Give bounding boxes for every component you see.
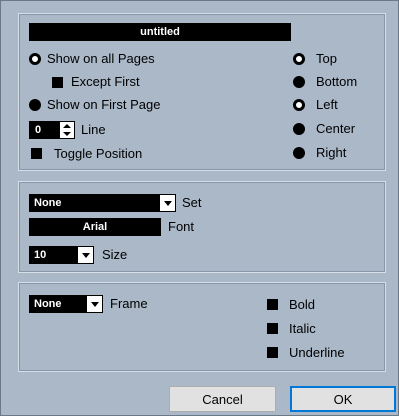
text-settings-dialog: untitled Show on all Pages Except First … bbox=[0, 0, 399, 416]
frame-label: Frame bbox=[110, 296, 148, 311]
spin-up-icon bbox=[63, 124, 71, 128]
chevron-down-icon bbox=[78, 247, 93, 263]
show-all-pages-radio[interactable] bbox=[29, 53, 41, 65]
set-dropdown[interactable]: None bbox=[29, 194, 176, 212]
show-all-pages-label: Show on all Pages bbox=[47, 51, 155, 66]
title-field[interactable]: untitled bbox=[29, 23, 291, 41]
position-right-radio[interactable] bbox=[293, 147, 305, 159]
size-label: Size bbox=[102, 247, 128, 262]
underline-label: Underline bbox=[289, 345, 345, 360]
position-top-label: Top bbox=[316, 51, 337, 66]
position-right-label: Right bbox=[316, 145, 347, 160]
line-spin-buttons[interactable] bbox=[60, 122, 74, 138]
position-bottom-radio[interactable] bbox=[293, 76, 305, 88]
italic-label: Italic bbox=[289, 321, 316, 336]
chevron-down-icon bbox=[87, 296, 102, 312]
line-value: 0 bbox=[35, 124, 42, 136]
bold-label: Bold bbox=[289, 297, 316, 312]
position-top-radio[interactable] bbox=[293, 53, 305, 65]
font-field[interactable]: Arial bbox=[29, 218, 161, 236]
frame-value: None bbox=[34, 298, 62, 310]
line-spinner[interactable]: 0 bbox=[29, 121, 75, 139]
position-center-radio[interactable] bbox=[293, 123, 305, 135]
position-left-label: Left bbox=[316, 97, 338, 112]
set-value: None bbox=[34, 197, 62, 209]
frame-dropdown[interactable]: None bbox=[29, 295, 103, 313]
spin-down-icon bbox=[63, 132, 71, 136]
except-first-label: Except First bbox=[71, 74, 140, 89]
underline-checkbox[interactable] bbox=[267, 347, 278, 358]
italic-checkbox[interactable] bbox=[267, 323, 278, 334]
toggle-position-label: Toggle Position bbox=[54, 146, 143, 161]
show-first-page-radio[interactable] bbox=[29, 99, 41, 111]
position-bottom-label: Bottom bbox=[316, 74, 358, 89]
except-first-checkbox[interactable] bbox=[52, 77, 63, 88]
cancel-button[interactable]: Cancel bbox=[169, 386, 276, 412]
size-dropdown[interactable]: 10 bbox=[29, 246, 94, 264]
bold-checkbox[interactable] bbox=[267, 299, 278, 310]
chevron-down-icon bbox=[160, 195, 175, 211]
size-value: 10 bbox=[34, 249, 47, 261]
position-left-radio[interactable] bbox=[293, 99, 305, 111]
ok-button[interactable]: OK bbox=[290, 386, 396, 412]
line-label: Line bbox=[81, 122, 106, 137]
position-center-label: Center bbox=[316, 121, 356, 136]
set-label: Set bbox=[182, 195, 202, 210]
toggle-position-checkbox[interactable] bbox=[31, 148, 42, 159]
font-label: Font bbox=[168, 219, 195, 234]
show-first-page-label: Show on First Page bbox=[47, 97, 161, 112]
